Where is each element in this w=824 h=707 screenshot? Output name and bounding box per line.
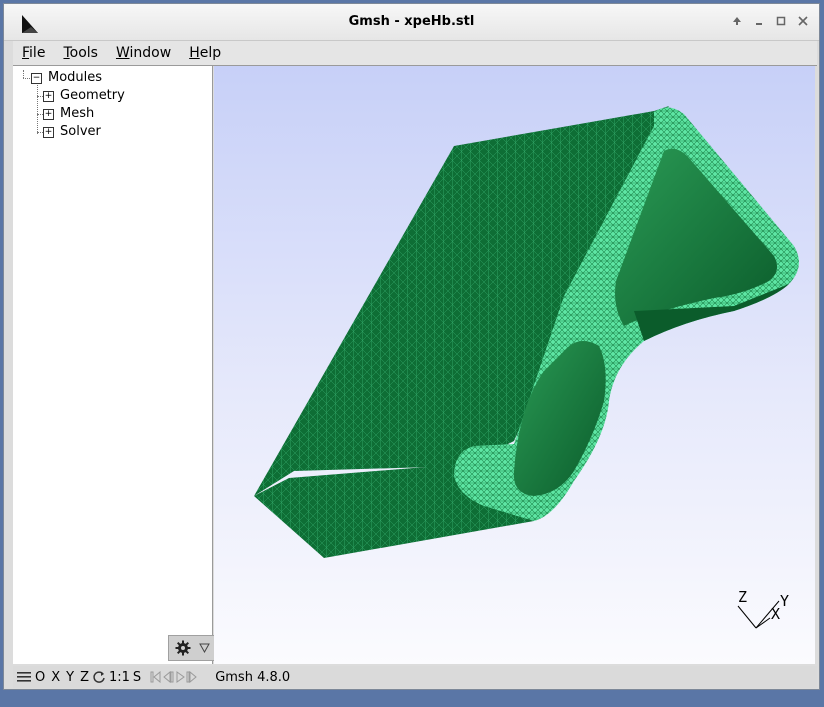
close-button[interactable] [793, 12, 813, 30]
next-step-icon[interactable] [186, 671, 198, 683]
axis-label-x: X [771, 605, 780, 623]
first-step-icon[interactable] [150, 671, 162, 683]
gear-icon [175, 640, 190, 656]
maximize-button[interactable] [771, 12, 791, 30]
status-bar: O X Y Z 1:1 S Gmsh 4.8.0 [13, 666, 817, 688]
menu-tools[interactable]: Tools [54, 45, 107, 61]
tree-connector [23, 70, 24, 78]
expand-icon[interactable]: + [43, 109, 54, 120]
minimize-icon [756, 23, 762, 25]
view-z-button[interactable]: Z [77, 670, 92, 685]
tree-item-mesh[interactable]: Mesh [60, 106, 94, 121]
options-button[interactable] [168, 635, 216, 661]
graphics-viewport[interactable]: Z Y X [214, 66, 815, 664]
scale-button[interactable]: 1:1 [106, 670, 133, 685]
menu-file[interactable]: File [13, 45, 54, 61]
expand-icon[interactable]: + [43, 127, 54, 138]
shade-button[interactable] [727, 12, 747, 30]
module-tree-panel: − Modules + Geometry + Mesh + Solver [13, 66, 216, 664]
status-message: Gmsh 4.8.0 [215, 669, 291, 685]
snapshot-button[interactable]: S [133, 670, 144, 685]
minimize-button[interactable] [749, 12, 769, 30]
view-y-button[interactable]: Y [63, 670, 77, 685]
menu-help[interactable]: Help [180, 45, 230, 61]
axis-label-z: Z [738, 588, 747, 606]
play-icon[interactable] [174, 671, 186, 683]
title-bar[interactable]: Gmsh - xpeHb.stl [4, 4, 819, 41]
view-origin-button[interactable]: O [32, 670, 48, 685]
tree-item-geometry[interactable]: Geometry [60, 88, 125, 103]
app-window: Gmsh - xpeHb.stl File Tools Window Help … [3, 3, 820, 690]
mesh-render: Z Y X [254, 106, 799, 629]
maximize-icon [776, 16, 786, 26]
triangle-down-icon [198, 643, 210, 653]
window-controls [727, 12, 813, 30]
prev-step-icon[interactable] [162, 671, 174, 683]
view-x-button[interactable]: X [48, 670, 63, 685]
axis-label-y: Y [780, 592, 789, 610]
tree-item-modules[interactable]: Modules [48, 70, 102, 85]
menu-window[interactable]: Window [107, 45, 180, 61]
hamburger-icon[interactable] [16, 670, 32, 684]
tree-item-solver[interactable]: Solver [60, 124, 101, 139]
collapse-icon[interactable]: − [31, 73, 42, 84]
arrow-up-icon [733, 17, 741, 25]
close-icon [798, 16, 808, 26]
expand-icon[interactable]: + [43, 91, 54, 102]
rotate-icon[interactable] [92, 670, 106, 684]
tree-connector [37, 83, 38, 134]
menu-bar: File Tools Window Help [13, 41, 817, 66]
window-title: Gmsh - xpeHb.stl [348, 14, 475, 29]
